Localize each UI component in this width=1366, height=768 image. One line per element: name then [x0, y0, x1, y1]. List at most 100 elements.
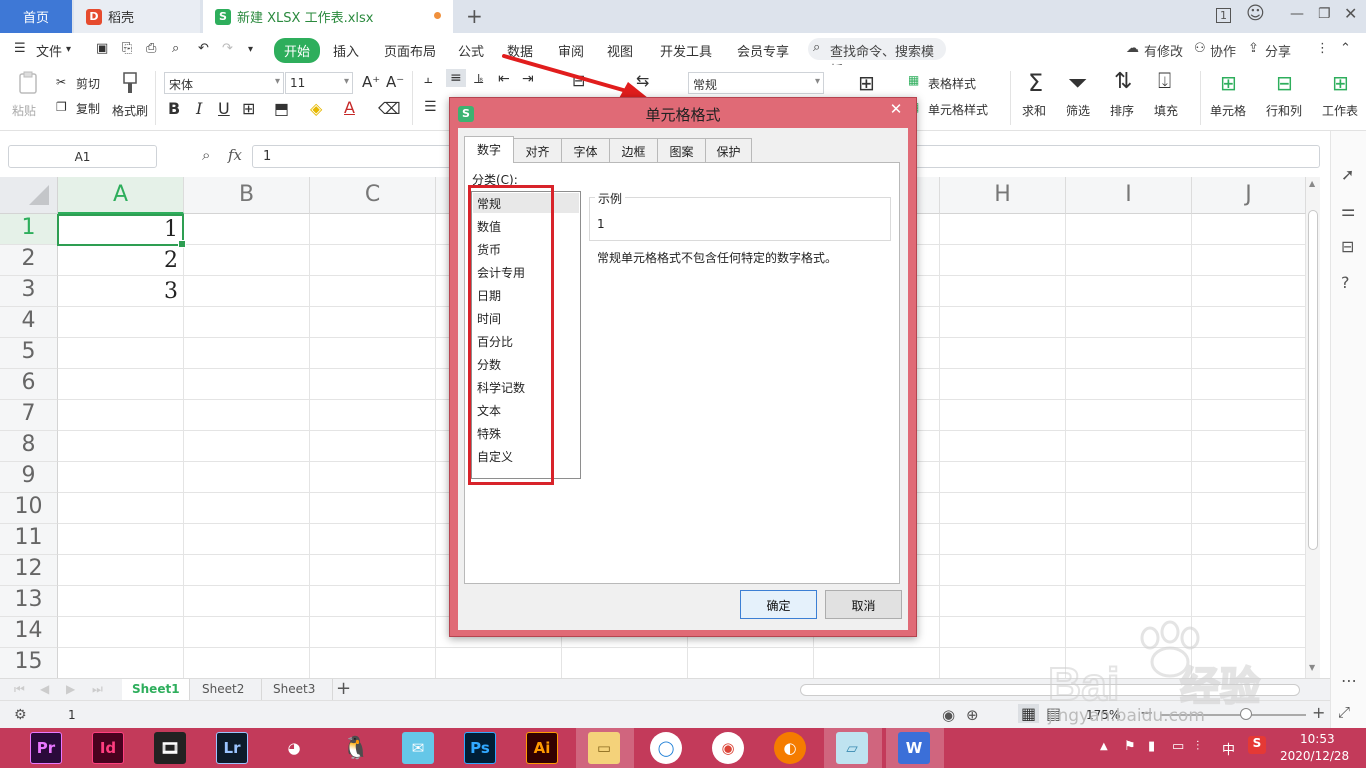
menu-page-layout[interactable]: 页面布局: [384, 41, 436, 60]
add-sheet-button[interactable]: +: [336, 678, 351, 699]
font-size-select[interactable]: 11: [285, 72, 353, 94]
more-icon[interactable]: ⋮: [1316, 41, 1329, 56]
cell-a3[interactable]: 3: [58, 279, 178, 304]
save-icon[interactable]: ▣: [96, 41, 108, 56]
print-icon[interactable]: ⎙: [146, 41, 156, 56]
window-counter[interactable]: 1: [1216, 8, 1231, 23]
menu-formula[interactable]: 公式: [458, 41, 484, 60]
illustrator-icon[interactable]: Ai: [526, 732, 558, 764]
column-header-j[interactable]: J: [1192, 177, 1306, 214]
clock-date[interactable]: 2020/12/28: [1280, 749, 1349, 763]
hamburger-icon[interactable]: ☰: [14, 41, 26, 56]
fx-button[interactable]: fx: [228, 146, 242, 164]
redo-icon[interactable]: ↷: [222, 41, 233, 56]
qq-icon[interactable]: 🐧: [340, 732, 372, 764]
tab-border[interactable]: 边框: [609, 138, 658, 162]
modified-button[interactable]: 有修改: [1144, 41, 1183, 60]
file-explorer-icon[interactable]: ▭: [588, 732, 620, 764]
row-header-5[interactable]: 5: [0, 338, 58, 369]
sheet-nav-last-icon[interactable]: ⏭: [92, 682, 103, 697]
row-header-8[interactable]: 8: [0, 431, 58, 462]
fill-icon[interactable]: ⍗: [1158, 69, 1171, 94]
paste-icon[interactable]: [16, 71, 40, 95]
font-grow-icon[interactable]: A⁺: [362, 73, 380, 91]
border-icon[interactable]: ⊞: [242, 99, 255, 118]
signal-icon[interactable]: ⫶: [1196, 739, 1199, 754]
format-side-icon[interactable]: ⊟: [1341, 237, 1354, 256]
cell-a2[interactable]: 2: [58, 248, 178, 273]
table-style-button[interactable]: 表格样式: [928, 75, 976, 92]
sheet-nav-first-icon[interactable]: ⏮: [14, 682, 25, 697]
worksheet-icon[interactable]: ⊞: [1332, 71, 1349, 95]
restore-icon[interactable]: ❐: [1318, 6, 1331, 22]
select-all-button[interactable]: [0, 177, 58, 214]
settings-sliders-icon[interactable]: ⚌: [1341, 201, 1355, 220]
align-bottom-icon[interactable]: ⫡: [474, 71, 483, 87]
eye-protection-icon[interactable]: ◉: [942, 706, 955, 724]
font-family-select[interactable]: 宋体: [164, 72, 284, 94]
cut-button[interactable]: 剪切: [76, 75, 100, 92]
menu-member[interactable]: 会员专享: [737, 41, 789, 60]
name-box[interactable]: A1: [8, 145, 157, 168]
row-header-12[interactable]: 12: [0, 555, 58, 586]
column-header-c[interactable]: C: [310, 177, 436, 214]
row-header-10[interactable]: 10: [0, 493, 58, 524]
cell-color-icon[interactable]: ⬒: [274, 99, 289, 118]
scroll-up-icon[interactable]: ▲: [1309, 179, 1315, 188]
column-header-i[interactable]: I: [1066, 177, 1192, 214]
video-editor-icon[interactable]: 🎞: [154, 732, 186, 764]
row-header-2[interactable]: 2: [0, 245, 58, 276]
row-header-15[interactable]: 15: [0, 648, 58, 679]
premiere-icon[interactable]: Pr: [30, 732, 62, 764]
sum-icon[interactable]: Σ: [1028, 69, 1043, 97]
menu-file[interactable]: 文件: [36, 41, 62, 60]
undo-icon[interactable]: ↶: [198, 41, 209, 56]
notes-icon[interactable]: ▱: [836, 732, 868, 764]
export-icon[interactable]: ⎘: [122, 41, 132, 56]
tray-chevron-icon[interactable]: ▲: [1100, 741, 1108, 752]
macro-icon[interactable]: ⚙: [14, 707, 27, 723]
sheet-tab-sheet3[interactable]: Sheet3: [263, 679, 333, 701]
tab-number[interactable]: 数字: [464, 136, 514, 163]
row-header-6[interactable]: 6: [0, 369, 58, 400]
sheet-nav-next-icon[interactable]: ▶: [66, 682, 75, 696]
row-header-1[interactable]: 1: [0, 214, 58, 245]
font-color-icon[interactable]: A: [344, 98, 355, 117]
photo-viewer-icon[interactable]: ◕: [278, 732, 310, 764]
ime-indicator[interactable]: 中: [1222, 739, 1235, 758]
number-format-select[interactable]: 常规: [688, 72, 824, 94]
fullscreen-icon[interactable]: ⤢: [1338, 703, 1350, 721]
row-header-11[interactable]: 11: [0, 524, 58, 555]
tab-docer[interactable]: D 稻壳: [74, 0, 200, 33]
clock-time[interactable]: 10:53: [1300, 732, 1335, 746]
network-icon[interactable]: ▭: [1172, 739, 1184, 754]
command-search[interactable]: ⌕ 查找命令、搜索模板: [808, 38, 946, 79]
minimize-icon[interactable]: —: [1290, 6, 1304, 22]
more-side-icon[interactable]: ⋯: [1341, 671, 1357, 690]
bold-icon[interactable]: B: [168, 99, 180, 118]
row-header-4[interactable]: 4: [0, 307, 58, 338]
row-col-icon[interactable]: ⊟: [1276, 71, 1293, 95]
align-top-icon[interactable]: ⫠: [424, 71, 432, 87]
column-header-h[interactable]: H: [940, 177, 1066, 214]
chrome-icon[interactable]: ◉: [712, 732, 744, 764]
battery-icon[interactable]: ▮: [1148, 739, 1155, 754]
collaborate-button[interactable]: 协作: [1210, 41, 1236, 60]
column-header-a[interactable]: A: [58, 177, 184, 214]
pointer-icon[interactable]: ➚: [1341, 165, 1354, 184]
collapse-ribbon-icon[interactable]: ⌃: [1340, 41, 1351, 56]
app-orange-icon[interactable]: ◐: [774, 732, 806, 764]
row-header-3[interactable]: 3: [0, 276, 58, 307]
copy-button[interactable]: 复制: [76, 100, 100, 117]
sheet-nav-prev-icon[interactable]: ◀: [40, 682, 49, 696]
sort-icon[interactable]: ⇅: [1114, 69, 1132, 94]
menu-insert[interactable]: 插入: [333, 41, 359, 60]
tab-home[interactable]: 首页: [0, 0, 72, 33]
menu-start[interactable]: 开始: [274, 38, 321, 63]
row-header-14[interactable]: 14: [0, 617, 58, 648]
cell-icon[interactable]: ⊞: [1220, 71, 1237, 95]
photoshop-icon[interactable]: Ps: [464, 732, 496, 764]
sheet-tab-sheet1[interactable]: Sheet1: [122, 679, 190, 701]
vertical-scrollbar[interactable]: ▲ ▼: [1306, 177, 1320, 678]
help-icon[interactable]: ?: [1341, 273, 1350, 292]
